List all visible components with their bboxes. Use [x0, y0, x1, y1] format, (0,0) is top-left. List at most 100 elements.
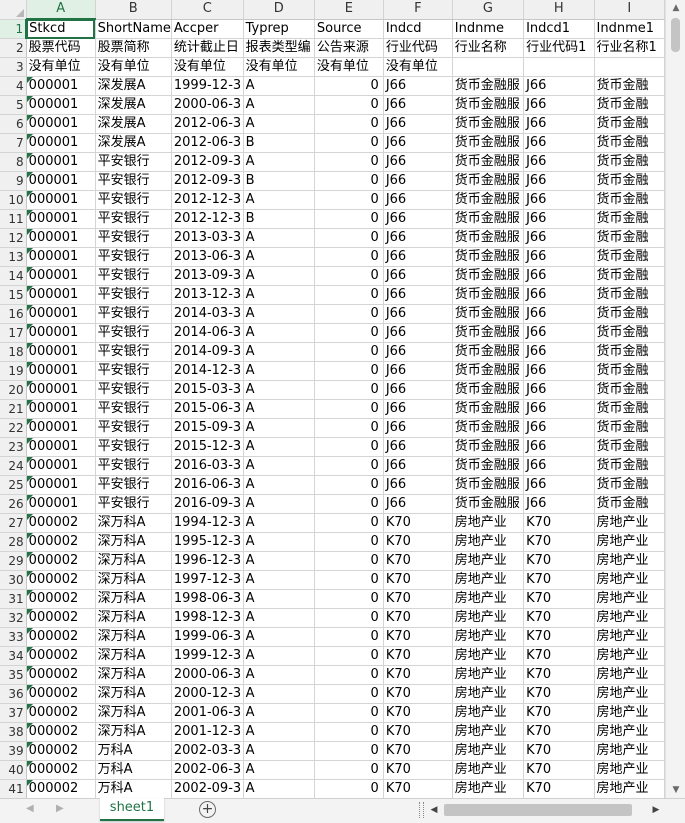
cell-G29[interactable]: 房地产业	[452, 551, 525, 571]
cell-B17[interactable]: 平安银行	[95, 323, 172, 343]
cell-C27[interactable]: 1994-12-3	[171, 513, 244, 533]
cell-A19[interactable]: 000001	[26, 361, 96, 381]
cell-I1[interactable]: Indnme1	[594, 19, 665, 39]
cell-G32[interactable]: 房地产业	[452, 608, 525, 628]
cell-H17[interactable]: J66	[523, 323, 595, 343]
cell-F16[interactable]: J66	[383, 304, 453, 324]
cell-F32[interactable]: K70	[383, 608, 453, 628]
cell-F14[interactable]: J66	[383, 266, 453, 286]
cell-F35[interactable]: K70	[383, 665, 453, 685]
cell-F30[interactable]: K70	[383, 570, 453, 590]
row-header[interactable]: 29	[0, 551, 27, 571]
cell-B5[interactable]: 深发展A	[95, 95, 172, 115]
scroll-splitter[interactable]	[419, 802, 424, 818]
cell-B22[interactable]: 平安银行	[95, 418, 172, 438]
sheet-tab-sheet1[interactable]: sheet1	[100, 798, 164, 821]
cell-H11[interactable]: J66	[523, 209, 595, 229]
cell-B2[interactable]: 股票简称	[95, 38, 172, 58]
cell-C11[interactable]: 2012-12-3	[171, 209, 244, 229]
cell-A14[interactable]: 000001	[26, 266, 96, 286]
cell-H12[interactable]: J66	[523, 228, 595, 248]
cell-B31[interactable]: 深万科A	[95, 589, 172, 609]
cell-A38[interactable]: 000002	[26, 722, 96, 742]
cell-B27[interactable]: 深万科A	[95, 513, 172, 533]
cell-A40[interactable]: 000002	[26, 760, 96, 780]
cell-E28[interactable]: 0	[314, 532, 384, 552]
cell-E17[interactable]: 0	[314, 323, 384, 343]
cell-B25[interactable]: 平安银行	[95, 475, 172, 495]
cell-B26[interactable]: 平安银行	[95, 494, 172, 514]
cell-E15[interactable]: 0	[314, 285, 384, 305]
cell-B16[interactable]: 平安银行	[95, 304, 172, 324]
cell-I9[interactable]: 货币金融	[594, 171, 665, 191]
cell-C9[interactable]: 2012-09-3	[171, 171, 244, 191]
cell-H32[interactable]: K70	[523, 608, 595, 628]
cell-D13[interactable]: A	[243, 247, 315, 267]
cell-B24[interactable]: 平安银行	[95, 456, 172, 476]
cell-E21[interactable]: 0	[314, 399, 384, 419]
cell-A28[interactable]: 000002	[26, 532, 96, 552]
cell-E11[interactable]: 0	[314, 209, 384, 229]
cell-F38[interactable]: K70	[383, 722, 453, 742]
cell-D19[interactable]: A	[243, 361, 315, 381]
cell-D30[interactable]: A	[243, 570, 315, 590]
row-header[interactable]: 25	[0, 475, 27, 495]
cell-C6[interactable]: 2012-06-3	[171, 114, 244, 134]
cell-A20[interactable]: 000001	[26, 380, 96, 400]
row-header[interactable]: 28	[0, 532, 27, 552]
cell-C38[interactable]: 2001-12-3	[171, 722, 244, 742]
cell-H3[interactable]	[523, 57, 595, 77]
cell-D1[interactable]: Typrep	[243, 19, 315, 39]
column-header-C[interactable]: C	[171, 0, 244, 20]
cell-B15[interactable]: 平安银行	[95, 285, 172, 305]
cell-G22[interactable]: 货币金融服	[452, 418, 525, 438]
cell-B13[interactable]: 平安银行	[95, 247, 172, 267]
row-header[interactable]: 11	[0, 209, 27, 229]
cell-F4[interactable]: J66	[383, 76, 453, 96]
cell-A6[interactable]: 000001	[26, 114, 96, 134]
cell-E5[interactable]: 0	[314, 95, 384, 115]
cell-C18[interactable]: 2014-09-3	[171, 342, 244, 362]
cell-D37[interactable]: A	[243, 703, 315, 723]
row-header[interactable]: 4	[0, 76, 27, 96]
row-header[interactable]: 26	[0, 494, 27, 514]
cell-H19[interactable]: J66	[523, 361, 595, 381]
cell-B30[interactable]: 深万科A	[95, 570, 172, 590]
cell-G20[interactable]: 货币金融服	[452, 380, 525, 400]
row-header[interactable]: 9	[0, 171, 27, 191]
cell-G35[interactable]: 房地产业	[452, 665, 525, 685]
cell-C35[interactable]: 2000-06-3	[171, 665, 244, 685]
cell-D23[interactable]: A	[243, 437, 315, 457]
horizontal-scrollbar[interactable]: ◀ ▶	[428, 802, 664, 818]
cell-A41[interactable]: 000002	[26, 779, 96, 798]
cell-A37[interactable]: 000002	[26, 703, 96, 723]
cell-C4[interactable]: 1999-12-3	[171, 76, 244, 96]
cell-E9[interactable]: 0	[314, 171, 384, 191]
cell-D8[interactable]: A	[243, 152, 315, 172]
cell-B3[interactable]: 没有单位	[95, 57, 172, 77]
cell-A35[interactable]: 000002	[26, 665, 96, 685]
cell-D3[interactable]: 没有单位	[243, 57, 315, 77]
cell-G6[interactable]: 货币金融服	[452, 114, 525, 134]
cell-H7[interactable]: J66	[523, 133, 595, 153]
cell-H35[interactable]: K70	[523, 665, 595, 685]
cell-D40[interactable]: A	[243, 760, 315, 780]
cell-C12[interactable]: 2013-03-3	[171, 228, 244, 248]
cell-B40[interactable]: 万科A	[95, 760, 172, 780]
cell-I18[interactable]: 货币金融	[594, 342, 665, 362]
cell-D24[interactable]: A	[243, 456, 315, 476]
cell-F15[interactable]: J66	[383, 285, 453, 305]
cell-B19[interactable]: 平安银行	[95, 361, 172, 381]
cell-C16[interactable]: 2014-03-3	[171, 304, 244, 324]
cell-G38[interactable]: 房地产业	[452, 722, 525, 742]
cell-E40[interactable]: 0	[314, 760, 384, 780]
cell-G11[interactable]: 货币金融服	[452, 209, 525, 229]
cell-C19[interactable]: 2014-12-3	[171, 361, 244, 381]
cell-E14[interactable]: 0	[314, 266, 384, 286]
cell-A5[interactable]: 000001	[26, 95, 96, 115]
cell-C2[interactable]: 统计截止日	[171, 38, 244, 58]
cell-I2[interactable]: 行业名称1	[594, 38, 665, 58]
cell-I5[interactable]: 货币金融	[594, 95, 665, 115]
row-header[interactable]: 35	[0, 665, 27, 685]
cell-I17[interactable]: 货币金融	[594, 323, 665, 343]
